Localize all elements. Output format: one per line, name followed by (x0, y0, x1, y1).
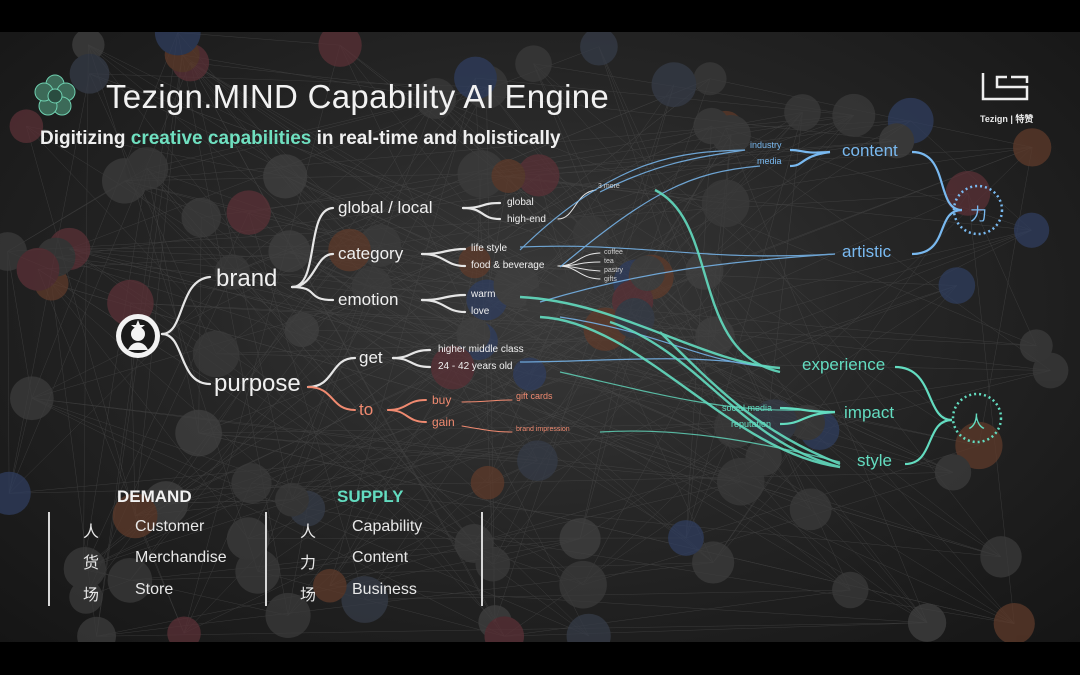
page-title: Tezign.MIND Capability AI Engine (106, 78, 610, 115)
node-high-end: high-end (507, 214, 546, 225)
legend-divider (481, 512, 483, 606)
node-style: style (857, 451, 892, 470)
supply-label: Capability (352, 518, 423, 535)
demand-label: Store (135, 581, 174, 598)
supply-title: SUPPLY (337, 487, 404, 506)
starbucks-logo-icon (116, 314, 160, 358)
demand-label: Merchandise (135, 549, 227, 566)
node-more: 3 more (598, 183, 620, 190)
slide: Tezign.MIND Capability AI Engine Digitiz… (0, 32, 1080, 642)
node-life-style: life style (471, 243, 508, 254)
node-gifts: gifts (604, 276, 617, 283)
node-coffee: coffee (604, 249, 623, 256)
supply-glyph: 力 (300, 555, 317, 572)
legend-divider (265, 512, 267, 606)
node-social-media: social media (722, 403, 773, 413)
node-brand: brand (216, 265, 278, 292)
node-global: global (507, 197, 534, 208)
node-gift-cards: gift cards (516, 391, 553, 401)
node-pastry: pastry (604, 267, 624, 274)
demand-label: Customer (135, 518, 205, 535)
node-experience: experience (802, 355, 886, 374)
node-get: get (359, 348, 383, 367)
node-impact: impact (844, 403, 895, 422)
node-tea: tea (604, 258, 614, 265)
legend-divider (48, 512, 50, 606)
demand-glyph: 人 (83, 524, 100, 541)
node-age: 24 - 42 years old (438, 361, 513, 372)
tezign-logo-text: Tezign | 特赞 (980, 114, 1034, 124)
mind-logo-icon (34, 74, 76, 116)
ren-glyph: 人 (968, 413, 985, 432)
supply-label: Content (352, 549, 409, 566)
node-buy: buy (432, 393, 452, 407)
node-purpose: purpose (214, 370, 301, 397)
node-reputation: reputation (731, 419, 772, 429)
node-emotion: emotion (338, 290, 399, 309)
node-to: to (359, 400, 374, 419)
demand-glyph: 场 (83, 587, 100, 604)
node-food-beverage: food & beverage (471, 260, 545, 271)
node-warm: warm (471, 289, 496, 300)
node-gain: gain (432, 415, 455, 429)
node-brand-impression: brand impression (516, 426, 570, 433)
demand-title: DEMAND (117, 487, 192, 506)
node-higher-middle: higher middle class (438, 344, 524, 355)
li-glyph: 力 (970, 205, 987, 224)
supply-glyph: 人 (300, 524, 317, 541)
node-content: content (842, 141, 898, 160)
supply-label: Business (352, 581, 417, 598)
node-industry: industry (750, 140, 782, 150)
supply-glyph: 场 (300, 587, 317, 604)
node-category: category (338, 244, 404, 263)
node-media: media (757, 156, 782, 166)
node-artistic: artistic (842, 242, 892, 261)
node-global-local: global / local (338, 198, 433, 217)
tezign-logo-icon (981, 73, 1029, 101)
page-subtitle: Digitizing creative capabilities in real… (40, 128, 561, 149)
demand-glyph: 货 (83, 555, 100, 572)
node-love: love (471, 306, 490, 317)
